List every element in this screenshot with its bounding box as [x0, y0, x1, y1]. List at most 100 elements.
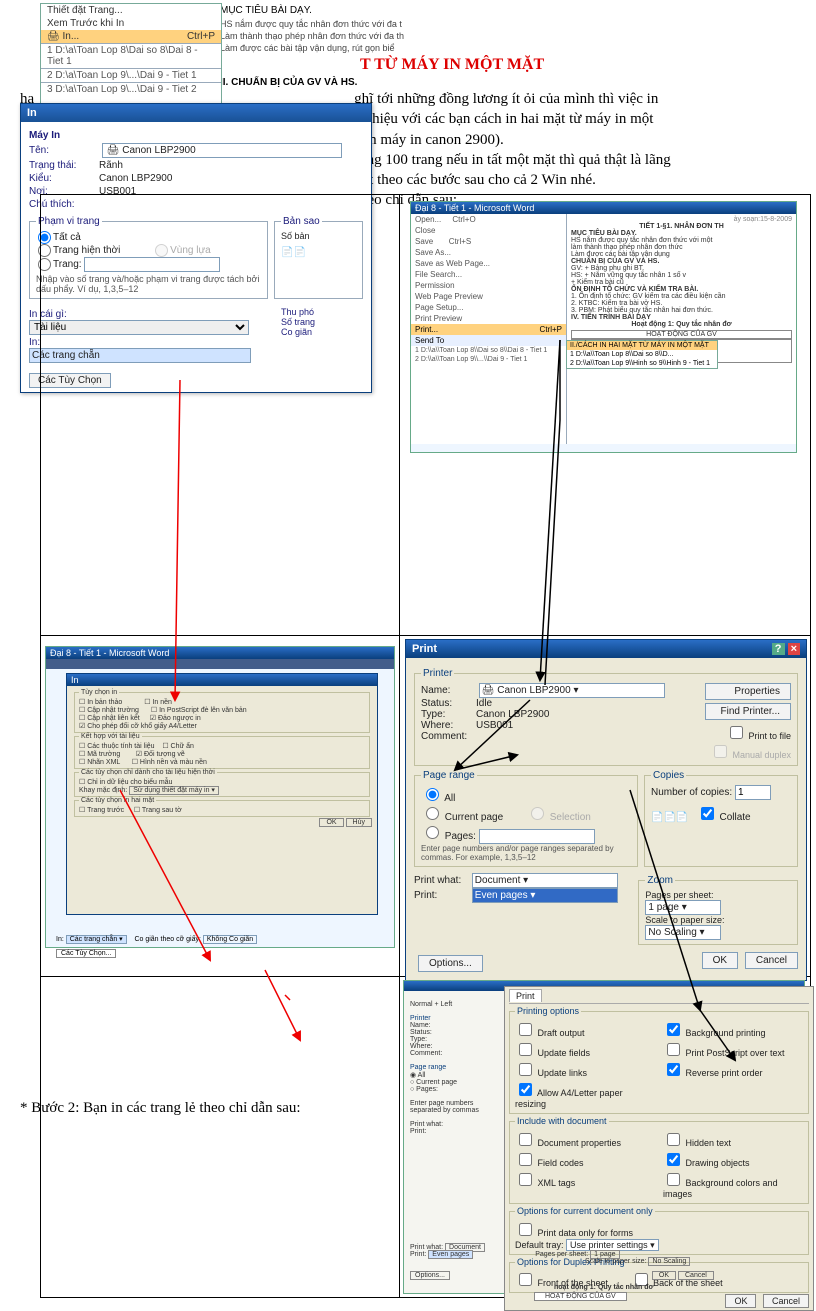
word-vn-thumb: Đại 8 - Tiết 1 - Microsoft Word In Tùy c… — [45, 646, 395, 948]
label-print: Print: — [414, 890, 469, 901]
ok-button-small[interactable]: OK — [652, 1271, 676, 1280]
manual-duplex-checkbox — [714, 745, 727, 758]
print-to-file-checkbox[interactable] — [730, 726, 743, 739]
sendto-item[interactable]: II./CÁCH IN HAI MẶT TỪ MÁY IN MỘT MẶT — [567, 341, 717, 350]
label-current: Current page — [445, 812, 503, 823]
group-page-range: Page range — [421, 770, 477, 781]
label-name: Tên: — [29, 145, 99, 156]
ck-a4[interactable] — [519, 1083, 532, 1096]
ok-button[interactable]: OK — [702, 952, 738, 969]
recent-file[interactable]: 3 D:\a\Toan Lop 9\...\Dai 9 - Tiet 2 — [41, 82, 221, 96]
ck-drawing[interactable] — [667, 1153, 680, 1166]
scale-dropdown[interactable]: No Scaling ▾ — [645, 925, 721, 940]
label-name: Name: — [421, 685, 476, 696]
print-what-dropdown[interactable]: Document ▾ — [472, 873, 618, 888]
close-icon[interactable]: × — [788, 643, 800, 655]
properties-button[interactable]: Properties — [705, 683, 791, 700]
step2-text: * Bước 2: Bạn in các trang lẻ theo chỉ d… — [20, 1098, 301, 1118]
dialog-title: Print — [412, 643, 437, 655]
ck-reverse[interactable] — [667, 1063, 680, 1076]
group-include: Include with document — [515, 1116, 609, 1126]
scale-label: Scale to paper size: — [645, 915, 724, 925]
print-pages-dropdown[interactable]: Even pages ▾ — [472, 888, 618, 903]
options-button-small[interactable]: Options... — [410, 1271, 450, 1280]
ck-hidden[interactable] — [667, 1133, 680, 1146]
label-status: Trạng thái: — [29, 160, 99, 171]
menu-item[interactable]: Xem Trước khi In — [41, 17, 221, 30]
ck-xml[interactable] — [519, 1173, 532, 1186]
ck-forms[interactable] — [519, 1223, 532, 1236]
ck-update-links[interactable] — [519, 1063, 532, 1076]
cancel-button[interactable]: Cancel — [763, 1294, 809, 1308]
label-selection: Selection — [550, 812, 591, 823]
radio-all[interactable] — [426, 788, 439, 801]
copies-input[interactable] — [735, 785, 771, 800]
options-button[interactable]: Options... — [418, 955, 483, 972]
type-value: Canon LBP2900 — [476, 709, 549, 720]
ck-fieldcodes[interactable] — [519, 1153, 532, 1166]
radio-pages[interactable] — [426, 826, 439, 839]
menu-item-print[interactable]: 🖨 In... Ctrl+P — [41, 30, 221, 43]
ok-button[interactable]: OK — [725, 1294, 756, 1308]
help-icon[interactable]: ? — [772, 643, 785, 655]
label-print-what: Print what: — [414, 875, 469, 886]
where-value: USB001 — [476, 720, 513, 731]
label-type: Kiểu: — [29, 173, 99, 184]
page-range-hint: Enter page numbers and/or page ranges se… — [421, 844, 631, 862]
label-where: Where: — [421, 720, 476, 731]
manual-duplex-label: Manual duplex — [732, 750, 791, 760]
ck-ps[interactable] — [667, 1043, 680, 1056]
para-frag: ảng 100 trang nếu in tất một mặt thì quả… — [360, 152, 671, 168]
cancel-button-small[interactable]: Cancel — [678, 1271, 714, 1280]
status-value: Rãnh — [99, 160, 123, 171]
collate-checkbox[interactable] — [701, 807, 714, 820]
group-copies: Copies — [651, 770, 686, 781]
group-zoom: Zoom — [645, 875, 675, 886]
radio-current[interactable] — [426, 807, 439, 820]
printer-name-dropdown[interactable]: 🖨 Canon LBP2900 — [102, 143, 342, 158]
group-curdoc: Options for current document only — [515, 1206, 655, 1216]
radio-selection — [531, 807, 544, 820]
menu-line: HS nắm được quy tắc nhân đơn thức với đa… — [220, 18, 796, 30]
collate-label: Collate — [719, 812, 750, 823]
ck-update-fields[interactable] — [519, 1043, 532, 1056]
ck-bg[interactable] — [667, 1023, 680, 1036]
label-type: Type: — [421, 709, 476, 720]
word-thumb-bottom: Normal + Left Printer Name:Status:Type:W… — [403, 980, 805, 1294]
ck-draft[interactable] — [519, 1023, 532, 1036]
label-pages: Pages: — [445, 831, 476, 842]
menu-print-hl[interactable]: Print...Ctrl+P — [411, 324, 566, 335]
pages-input[interactable] — [479, 829, 595, 844]
word-title: Đại 8 - Tiết 1 - Microsoft Word — [411, 202, 796, 214]
label-comment: Comment: — [421, 731, 476, 742]
label-status: Status: — [421, 698, 476, 709]
group-printer: Printer — [421, 668, 454, 679]
sec2: II. CHUẨN BỊ CỦA GV VÀ HS. — [220, 76, 796, 90]
para-frag: ên máy in canon 2900). — [363, 132, 504, 148]
cancel-button[interactable]: Cancel — [745, 952, 798, 969]
copies-label: Number of copies: — [651, 787, 732, 798]
menu-item[interactable]: Thiết đặt Trang... — [41, 4, 221, 17]
tab-print[interactable]: Print — [509, 989, 542, 1002]
menu-line: Làm thành thạo phép nhân đơn thức với đa… — [220, 30, 796, 42]
para-frag: ặt theo các bước sau cho cả 2 Win nhé. — [363, 172, 596, 188]
para-frag: i thiệu với các bạn cách in hai mặt từ m… — [360, 111, 653, 127]
pps-label: Pages per sheet: — [645, 890, 713, 900]
menu-sendto[interactable]: Send To — [411, 335, 566, 346]
dialog-title: In — [21, 104, 371, 122]
ck-docprops[interactable] — [519, 1133, 532, 1146]
print-to-file-label: Print to file — [748, 731, 791, 741]
printer-name-dropdown[interactable]: 🖨 Canon LBP2900 ▾ — [479, 683, 665, 698]
file-menu-fragment: Thiết đặt Trang... Xem Trước khi In 🖨 In… — [40, 3, 222, 105]
label-all: All — [444, 793, 455, 804]
recent-file[interactable]: 1 D:\a\Toan Lop 8\Dai so 8\Dai 8 - Tiet … — [41, 43, 221, 68]
pps-dropdown[interactable]: 1 page ▾ — [645, 900, 721, 915]
printer-icon: 🖨 — [47, 31, 60, 42]
find-printer-button[interactable]: Find Printer... — [705, 703, 791, 720]
recent-file[interactable]: 2 D:\a\Toan Lop 9\...\Dai 9 - Tiet 1 — [41, 68, 221, 82]
ck-bgcolors[interactable] — [667, 1173, 680, 1186]
menu-line: Làm được các bài tập vận dụng, rút gọn b… — [220, 42, 796, 54]
group-printer: Máy In — [29, 130, 363, 141]
type-value: Canon LBP2900 — [99, 173, 172, 184]
para-frag: ghĩ tới những đồng lương ít ỏi của mình … — [354, 91, 658, 107]
